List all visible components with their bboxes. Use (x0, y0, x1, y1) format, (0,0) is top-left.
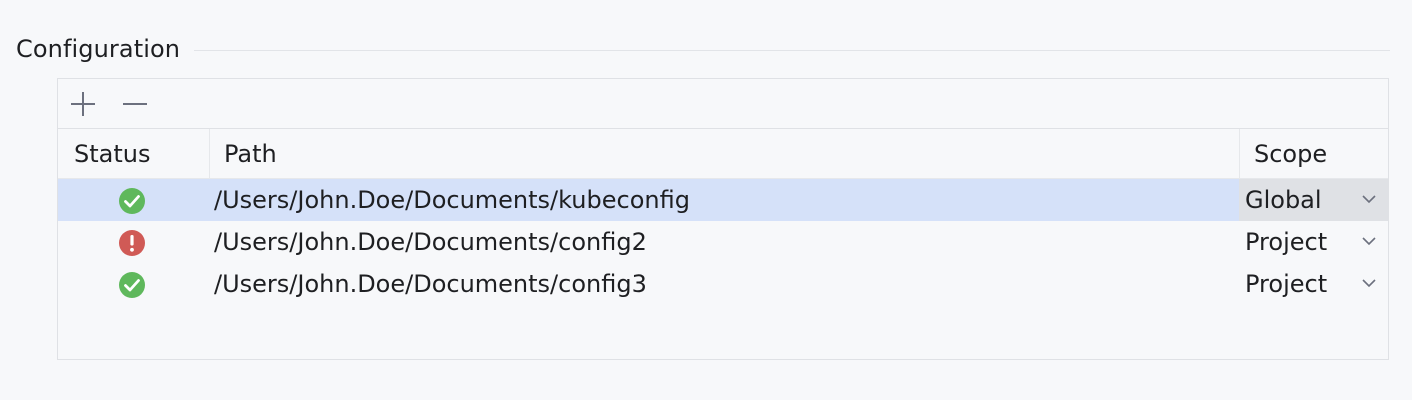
table-row[interactable]: /Users/John.Doe/Documents/kubeconfig Glo… (58, 179, 1389, 221)
configuration-page: Configuration Status Path Scope /Users/J… (0, 0, 1412, 400)
chevron-down-icon (1362, 195, 1376, 204)
section-divider (194, 50, 1390, 51)
status-cell (118, 229, 146, 257)
remove-button[interactable] (120, 89, 150, 119)
path-cell: /Users/John.Doe/Documents/config3 (214, 270, 647, 298)
column-separator[interactable] (1239, 129, 1240, 179)
scope-dropdown[interactable]: Global (1239, 179, 1389, 221)
error-circle-icon (119, 230, 145, 256)
check-circle-icon (119, 272, 145, 298)
status-cell (118, 271, 146, 299)
column-header-status[interactable]: Status (74, 129, 210, 179)
add-button[interactable] (68, 89, 98, 119)
path-cell: /Users/John.Doe/Documents/kubeconfig (214, 186, 690, 214)
check-circle-icon (119, 188, 145, 214)
chevron-down-icon (1362, 237, 1376, 246)
table-row[interactable]: /Users/John.Doe/Documents/config3 Projec… (58, 263, 1388, 305)
path-cell: /Users/John.Doe/Documents/config2 (214, 228, 647, 256)
column-separator[interactable] (209, 129, 210, 179)
scope-value: Project (1245, 228, 1328, 256)
config-panel: Status Path Scope /Users/John.Doe/Docume… (57, 78, 1389, 360)
column-header-scope[interactable]: Scope (1254, 129, 1390, 179)
table-header: Status Path Scope (58, 129, 1388, 179)
scope-value: Global (1245, 186, 1322, 214)
column-header-path[interactable]: Path (224, 129, 1238, 179)
chevron-down-icon (1362, 279, 1376, 288)
plus-icon (71, 92, 95, 116)
table-row[interactable]: /Users/John.Doe/Documents/config2 Projec… (58, 221, 1388, 263)
scope-dropdown[interactable]: Project (1239, 221, 1389, 263)
minus-icon (123, 103, 147, 105)
section-title: Configuration (16, 35, 181, 63)
status-cell (118, 187, 146, 215)
scope-dropdown[interactable]: Project (1239, 263, 1389, 305)
table-toolbar (58, 79, 1388, 129)
scope-value: Project (1245, 270, 1328, 298)
table-body: /Users/John.Doe/Documents/kubeconfig Glo… (58, 179, 1389, 305)
